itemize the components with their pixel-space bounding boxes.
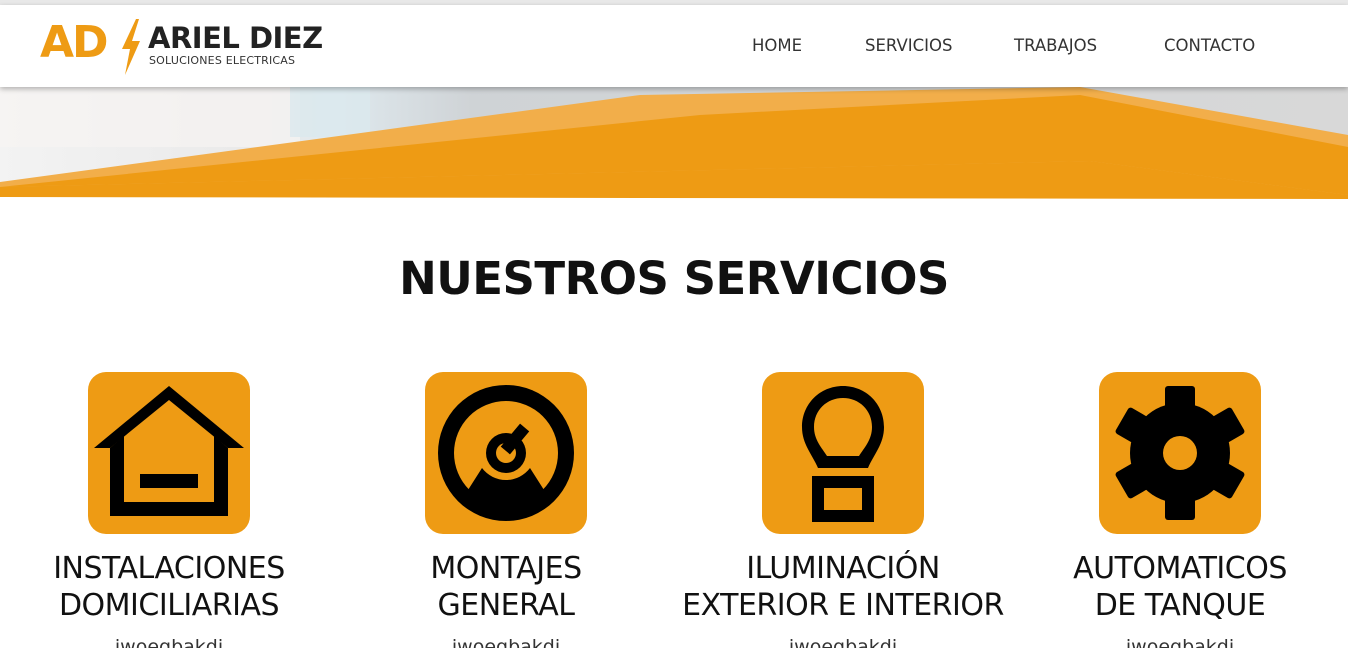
gear-icon [1115,386,1245,520]
services-heading: NUESTROS SERVICIOS [399,252,949,305]
service-card: MONTAJES GENERAL jwoegbakdj [336,372,676,648]
service-description: jwoegbakdj [1125,636,1235,648]
service-title: INSTALACIONES DOMICILIARIAS [53,551,285,623]
service-icon-tile[interactable] [762,372,924,534]
logo-mark: AD [40,17,109,68]
house-icon [94,386,244,516]
nav-contacto[interactable]: CONTACTO [1164,36,1255,55]
lightbulb-icon [802,386,884,522]
service-icon-tile[interactable] [425,372,587,534]
brand-logo[interactable]: AD ARIEL DIEZ SOLUCIONES ELECTRICAS [40,15,330,75]
service-title: ILUMINACIÓN EXTERIOR E INTERIOR [682,551,1004,623]
site-header: AD ARIEL DIEZ SOLUCIONES ELECTRICAS HOME… [0,5,1348,87]
brand-name: ARIEL DIEZ [148,21,323,55]
service-title: MONTAJES GENERAL [430,551,582,623]
lightning-bolt-icon [122,19,140,75]
service-description: jwoegbakdj [451,636,561,648]
service-card: ILUMINACIÓN EXTERIOR E INTERIOR jwoegbak… [673,372,1013,648]
service-description: jwoegbakdj [114,636,224,648]
gauge-icon [438,385,574,521]
service-description: jwoegbakdj [788,636,898,648]
nav-servicios[interactable]: SERVICIOS [865,36,952,55]
service-card: AUTOMATICOS DE TANQUE jwoegbakdj [1010,372,1348,648]
brand-tagline: SOLUCIONES ELECTRICAS [149,54,296,67]
service-title: AUTOMATICOS DE TANQUE [1073,551,1287,623]
service-icon-tile[interactable] [88,372,250,534]
nav-trabajos[interactable]: TRABAJOS [1014,36,1097,55]
hero-banner [0,87,1348,202]
service-icon-tile[interactable] [1099,372,1261,534]
service-card: INSTALACIONES DOMICILIARIAS jwoegbakdj [0,372,339,648]
nav-home[interactable]: HOME [752,36,802,55]
